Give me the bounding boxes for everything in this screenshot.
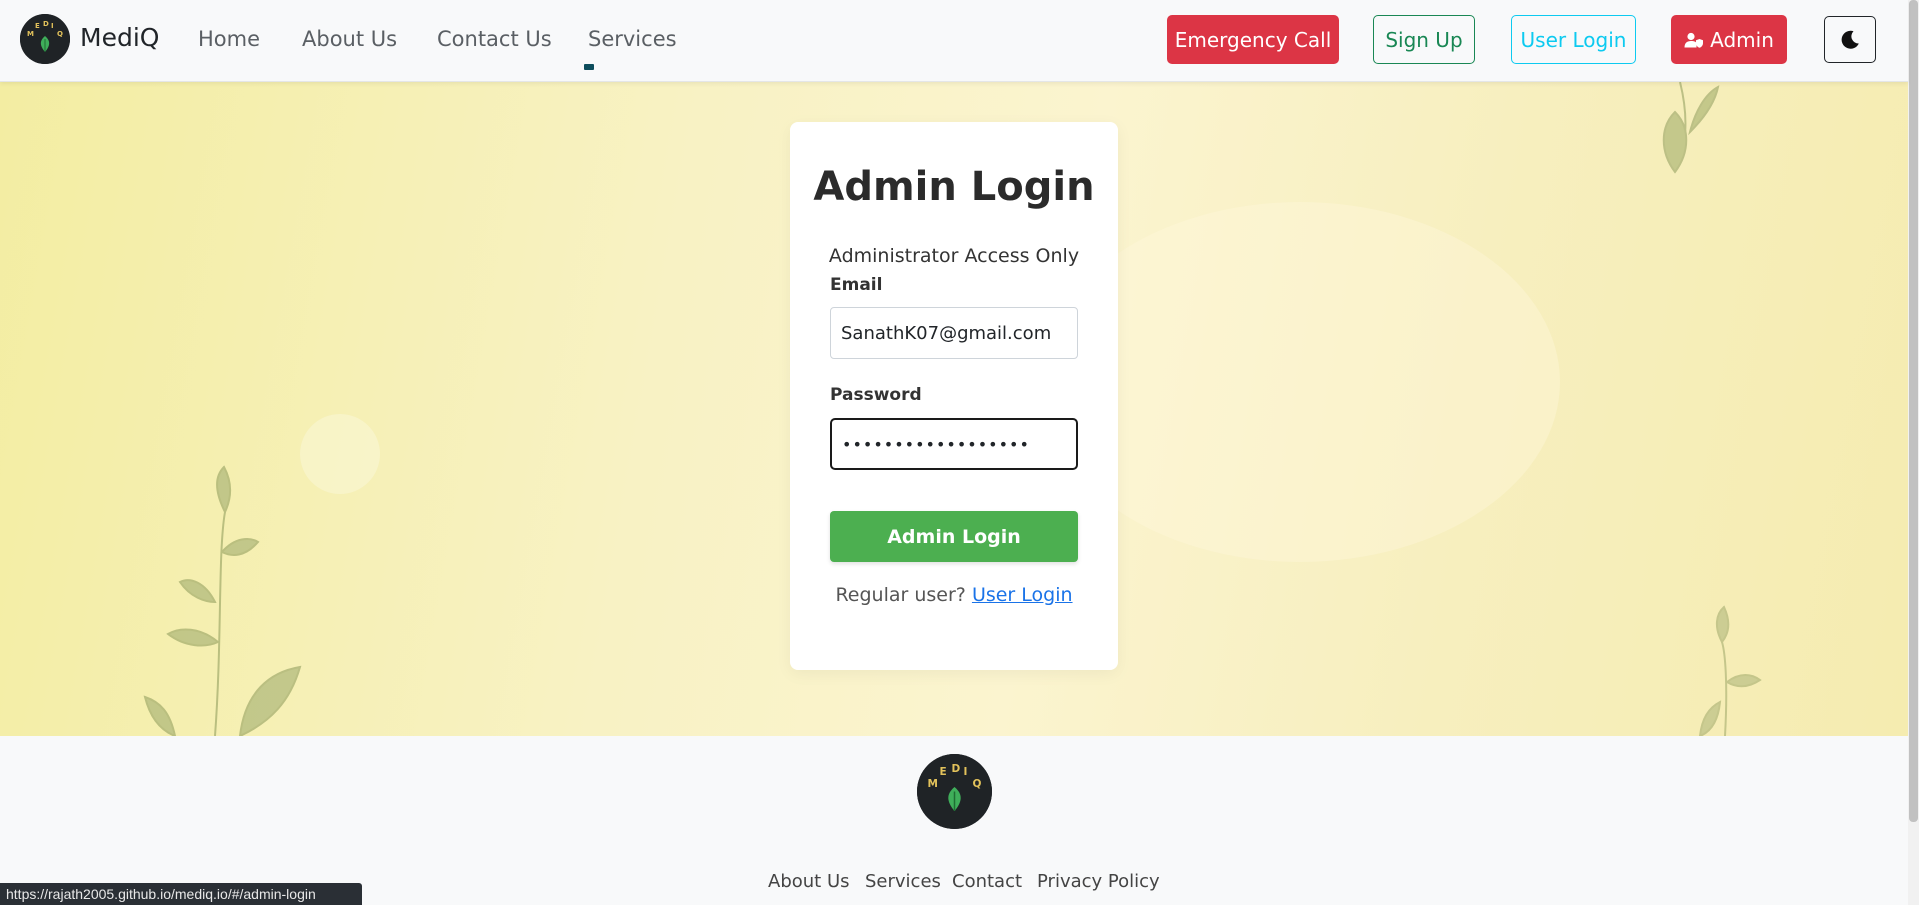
nav-about-us[interactable]: About Us: [302, 27, 397, 51]
scrollbar-thumb[interactable]: [1909, 0, 1918, 822]
brand-logo[interactable]: M E D I Q: [20, 14, 70, 64]
nav-contact-us[interactable]: Contact Us: [437, 27, 552, 51]
user-shield-icon: [1684, 32, 1704, 48]
footer-link-about-us[interactable]: About Us: [768, 871, 850, 892]
brand-name[interactable]: MediQ: [80, 23, 159, 52]
admin-button-label: Admin: [1710, 27, 1774, 52]
user-login-link[interactable]: User Login: [972, 584, 1073, 606]
svg-text:M: M: [928, 778, 938, 790]
page-scrollbar[interactable]: [1908, 0, 1919, 905]
top-navbar: M E D I Q MediQ Home About Us Contact Us…: [0, 0, 1908, 82]
svg-text:D: D: [952, 763, 961, 775]
footer-link-services[interactable]: Services: [865, 871, 941, 892]
admin-login-submit-button[interactable]: Admin Login: [830, 511, 1078, 562]
password-label: Password: [830, 385, 922, 405]
link-preview-status-bar: https://rajath2005.github.io/mediq.io/#/…: [0, 883, 362, 905]
footer-link-contact[interactable]: Contact: [952, 871, 1022, 892]
email-field[interactable]: [830, 307, 1078, 359]
theme-toggle-button[interactable]: [1824, 16, 1876, 63]
svg-text:Q: Q: [57, 30, 63, 38]
svg-text:E: E: [940, 766, 947, 778]
svg-text:I: I: [51, 22, 54, 30]
password-field[interactable]: [830, 418, 1078, 470]
svg-text:I: I: [964, 766, 968, 778]
svg-text:D: D: [43, 20, 49, 28]
admin-button[interactable]: Admin: [1671, 15, 1787, 64]
user-login-button[interactable]: User Login: [1511, 15, 1636, 64]
svg-text:E: E: [35, 22, 40, 30]
sign-up-button[interactable]: Sign Up: [1373, 15, 1475, 64]
nav-services[interactable]: Services: [588, 27, 677, 51]
logo-icon: M E D I Q: [20, 14, 70, 64]
page-title: Admin Login: [813, 164, 1095, 210]
moon-icon: [1841, 30, 1859, 49]
regular-user-prompt: Regular user?: [835, 584, 966, 606]
logo-icon: M E D I Q: [917, 754, 992, 829]
card-subtitle: Administrator Access Only: [828, 245, 1080, 267]
footer-link-privacy-policy[interactable]: Privacy Policy: [1037, 871, 1160, 892]
email-label: Email: [830, 275, 883, 295]
admin-login-card: Admin Login Administrator Access Only Em…: [790, 122, 1118, 670]
nav-home[interactable]: Home: [198, 27, 260, 51]
emergency-call-button[interactable]: Emergency Call: [1167, 15, 1339, 64]
svg-text:Q: Q: [973, 778, 982, 790]
footer-logo: M E D I Q: [917, 754, 992, 829]
nav-dropdown-indicator: [584, 64, 594, 70]
regular-user-row: Regular user? User Login: [790, 584, 1118, 606]
svg-text:M: M: [27, 30, 34, 38]
